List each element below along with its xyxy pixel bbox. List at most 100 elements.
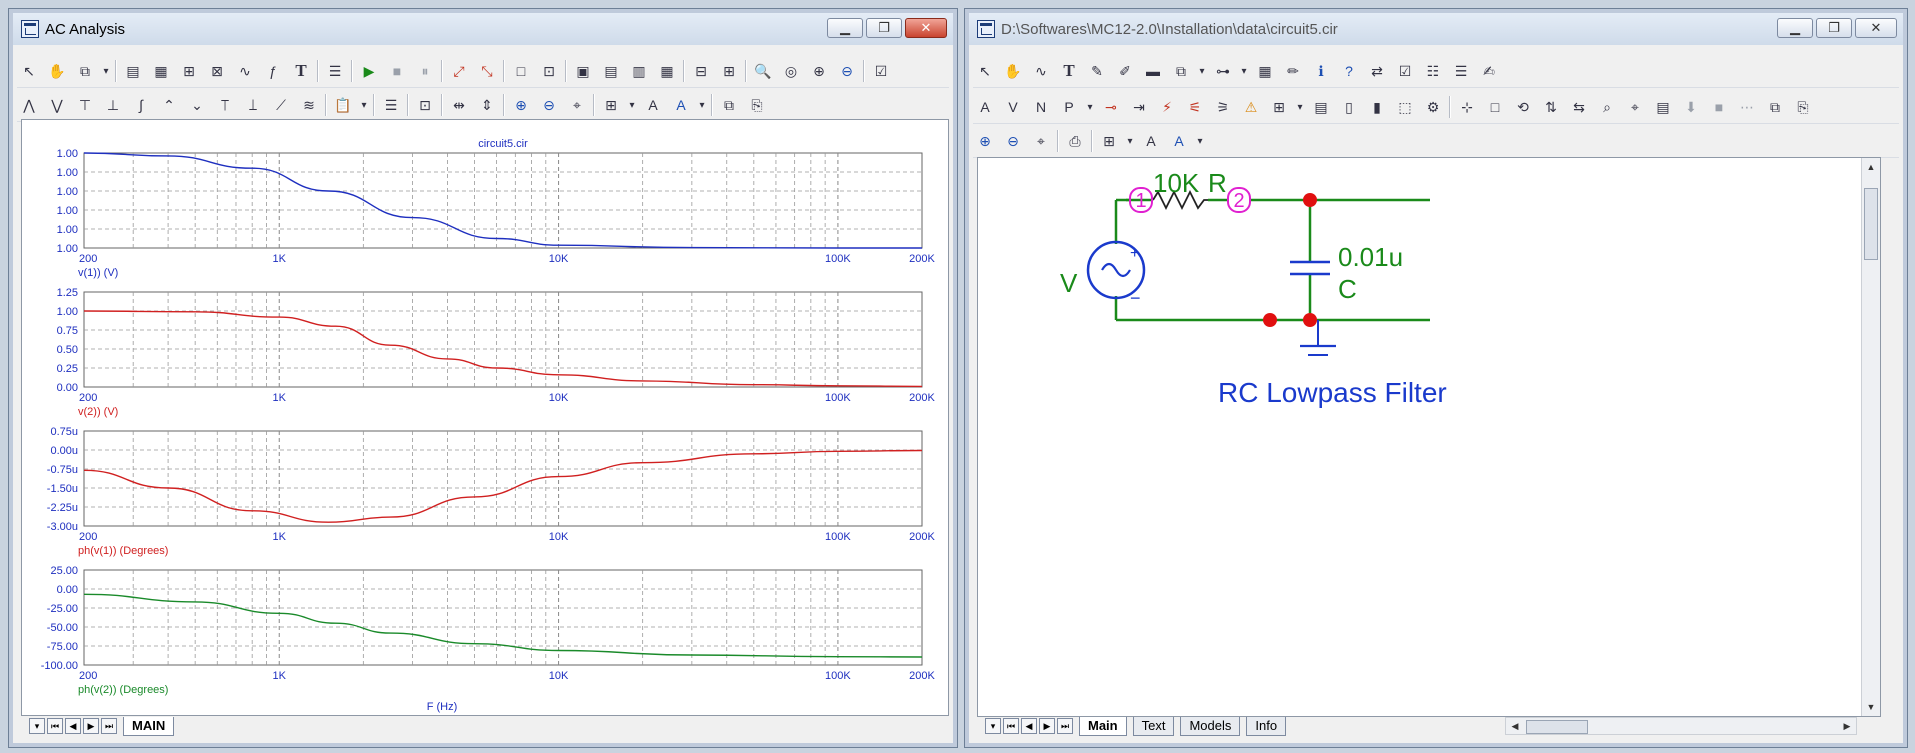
down-icon[interactable]: ⬇ (1679, 95, 1703, 119)
attr-node-icon[interactable]: N (1029, 95, 1053, 119)
source-name-label[interactable]: V (1060, 268, 1078, 298)
properties-icon[interactable]: ☰ (323, 59, 347, 83)
capacitor-value-label[interactable]: 0.01u (1338, 242, 1403, 272)
tab-main[interactable]: Main (1079, 716, 1127, 736)
junction-dot[interactable] (1303, 193, 1317, 207)
text-T-icon[interactable]: T (289, 59, 313, 83)
zoom-in-icon[interactable]: ⊕ (973, 129, 997, 153)
dropdown-icon[interactable]: ▾ (627, 93, 637, 117)
cursor-slope-icon[interactable]: ⟋ (269, 93, 293, 117)
info-icon[interactable]: ℹ (1309, 59, 1333, 83)
help-icon[interactable]: ? (1337, 59, 1361, 83)
first-page-button[interactable]: ⏮ (1003, 718, 1019, 734)
select-arrow-icon[interactable]: ↖ (17, 59, 41, 83)
props-icon[interactable]: ⚙ (1421, 95, 1445, 119)
plot-frame[interactable] (83, 430, 923, 527)
attr-pin-icon[interactable]: P (1057, 95, 1081, 119)
copy-2-icon[interactable]: ⧉ (1763, 95, 1787, 119)
cursor-global-low-icon[interactable]: ⌄ (185, 93, 209, 117)
tab-dropdown-button[interactable]: ▾ (29, 718, 45, 734)
page-icon[interactable]: ▯ (1337, 95, 1361, 119)
scroll-down-icon[interactable]: ▼ (1862, 698, 1880, 716)
horizontal-scroll-thumb[interactable] (1526, 720, 1588, 734)
schematic-caption[interactable]: RC Lowpass Filter (1218, 377, 1447, 408)
copy-icon[interactable]: ⧉ (717, 93, 741, 117)
attr-text-icon[interactable]: A (973, 95, 997, 119)
restore-button[interactable]: ❐ (1816, 18, 1852, 38)
bus-icon[interactable]: ▬ (1141, 59, 1165, 83)
warning-icon[interactable]: ⚠ (1239, 95, 1263, 119)
probe-icon[interactable]: ⊸ (1099, 95, 1123, 119)
series-line[interactable] (83, 152, 922, 249)
mark-h-icon[interactable]: ⇹ (447, 93, 471, 117)
last-page-button[interactable]: ⏭ (101, 718, 117, 734)
schematic-canvas[interactable]: 1 2 + − 10K R 0.01u C V RC Lowpass Filte… (977, 157, 1881, 717)
node-icon[interactable]: ⊹ (1455, 95, 1479, 119)
dropdown-icon[interactable]: ▾ (359, 93, 369, 117)
probe-3-icon[interactable]: ⚟ (1183, 95, 1207, 119)
wire-icon[interactable]: ∿ (1029, 59, 1053, 83)
dropdown-icon[interactable]: ▾ (1239, 59, 1249, 83)
series-label[interactable]: ph(v(1)) (Degrees) (78, 545, 168, 557)
resistor-name-label[interactable]: R (1208, 168, 1227, 198)
hand-pan-icon[interactable]: ✋ (45, 59, 69, 83)
cursor-next-icon[interactable]: ≋ (297, 93, 321, 117)
grid-icon[interactable]: ⊞ (599, 93, 623, 117)
plot-frame[interactable] (83, 569, 923, 666)
scale-icon[interactable]: ⤢ (447, 59, 471, 83)
pen-icon[interactable]: ✎ (1085, 59, 1109, 83)
tab-info[interactable]: Info (1246, 716, 1287, 736)
layout-grid-icon[interactable]: ⊡ (537, 59, 561, 83)
dropdown-icon[interactable]: ▾ (697, 93, 707, 117)
find-2-icon[interactable]: ⌖ (1623, 95, 1647, 119)
paste-2-icon[interactable]: ⎘ (1791, 95, 1815, 119)
zoom-pan-icon[interactable]: ⌖ (1029, 129, 1053, 153)
zoom-find-icon[interactable]: ⊕ (807, 59, 831, 83)
zoom-out-icon[interactable]: ⊖ (1001, 129, 1025, 153)
copy-graph-icon[interactable]: ⧉ (73, 59, 97, 83)
zoom-out-icon[interactable]: ⊖ (537, 93, 561, 117)
tile-2-icon[interactable]: ▤ (599, 59, 623, 83)
paste-plot-icon[interactable]: ⎘ (745, 93, 769, 117)
zoom-target-icon[interactable]: ◎ (779, 59, 803, 83)
list-icon[interactable]: ☰ (1449, 59, 1473, 83)
tab-main[interactable]: MAIN (123, 716, 175, 736)
flip-icon[interactable]: ⇅ (1539, 95, 1563, 119)
page-2-icon[interactable]: ▮ (1365, 95, 1389, 119)
close-button[interactable]: ✕ (1855, 18, 1897, 38)
graph-curve-icon[interactable]: ∿ (233, 59, 257, 83)
print-icon[interactable]: ⎙ (1063, 129, 1087, 153)
plot-frame[interactable] (83, 152, 923, 249)
paste-icon[interactable]: 📋 (331, 93, 355, 117)
dropdown-icon[interactable]: ▾ (1195, 129, 1205, 153)
copy-icon[interactable]: ⧉ (1169, 59, 1193, 83)
hand-pan-icon[interactable]: ✋ (1001, 59, 1025, 83)
graph-function-icon[interactable]: ƒ (261, 59, 285, 83)
rotate-icon[interactable]: ⟲ (1511, 95, 1535, 119)
graph-zoom-icon[interactable]: ⊞ (177, 59, 201, 83)
series-line[interactable] (83, 310, 923, 388)
grid-icon[interactable]: ⊞ (1097, 129, 1121, 153)
split-h-icon[interactable]: ⊟ (689, 59, 713, 83)
series-label[interactable]: v(1)) (V) (78, 267, 118, 279)
prev-page-button[interactable]: ◀ (65, 718, 81, 734)
probe-4-icon[interactable]: ⚞ (1211, 95, 1235, 119)
doc-icon[interactable]: ▤ (1309, 95, 1333, 119)
zoom-in-icon[interactable]: ⊕ (509, 93, 533, 117)
tile-icon[interactable]: ▣ (571, 59, 595, 83)
scroll-up-icon[interactable]: ▲ (1862, 158, 1880, 176)
first-page-button[interactable]: ⏮ (47, 718, 63, 734)
pen-2-icon[interactable]: ✐ (1113, 59, 1137, 83)
series-line[interactable] (83, 593, 923, 658)
list-icon[interactable]: ☰ (379, 93, 403, 117)
check-list-icon[interactable]: ☷ (1421, 59, 1445, 83)
cursor-top-icon[interactable]: ⟙ (213, 93, 237, 117)
dropdown-icon[interactable]: ▾ (101, 59, 111, 83)
text-T-icon[interactable]: T (1057, 59, 1081, 83)
component-icon[interactable]: ⊶ (1211, 59, 1235, 83)
font-color-icon[interactable]: A (1167, 129, 1191, 153)
edit-icon[interactable]: ✍ (1477, 59, 1501, 83)
junction-dot[interactable] (1303, 313, 1317, 327)
prev-page-button[interactable]: ◀ (1021, 718, 1037, 734)
next-page-button[interactable]: ▶ (1039, 718, 1055, 734)
